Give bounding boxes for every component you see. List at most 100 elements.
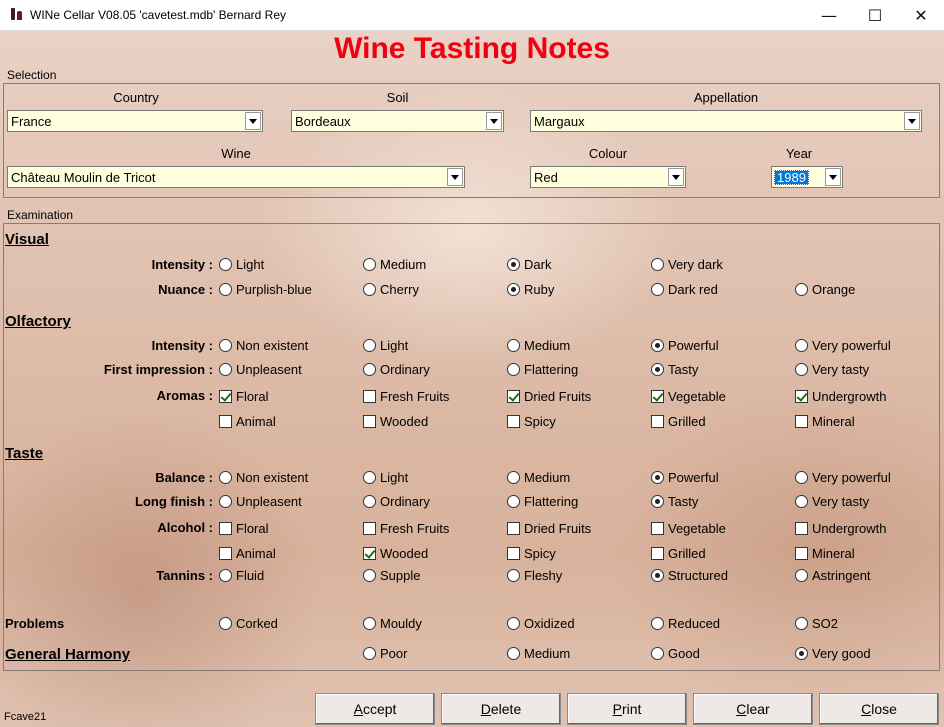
long-finish-option[interactable]: Flattering [507,494,578,509]
first-impression-option[interactable]: Ordinary [363,362,430,377]
harmony-option[interactable]: Very good [795,646,871,661]
alcohol-option[interactable]: Wooded [363,546,428,561]
appellation-select[interactable]: Margaux [530,110,922,132]
country-select[interactable]: France [7,110,263,132]
long-finish-option[interactable]: Ordinary [363,494,430,509]
tannins-radio[interactable] [507,569,520,582]
aroma-checkbox[interactable] [507,415,520,428]
alcohol-checkbox[interactable] [363,522,376,535]
visual-intensity-radio[interactable] [507,258,520,271]
balance-option[interactable]: Non existent [219,470,308,485]
long-finish-radio[interactable] [651,495,664,508]
aroma-option[interactable]: Undergrowth [795,389,886,404]
close-button[interactable]: Close [819,693,939,725]
aroma-checkbox[interactable] [219,415,232,428]
aroma-option[interactable]: Spicy [507,414,556,429]
alcohol-checkbox[interactable] [219,547,232,560]
balance-radio[interactable] [651,471,664,484]
olfactory-intensity-option[interactable]: Light [363,338,408,353]
problem-option[interactable]: Oxidized [507,616,575,631]
balance-radio[interactable] [507,471,520,484]
long-finish-radio[interactable] [795,495,808,508]
alcohol-checkbox[interactable] [651,547,664,560]
tannins-option[interactable]: Fleshy [507,568,562,583]
problem-radio[interactable] [795,617,808,630]
clear-button[interactable]: Clear [693,693,813,725]
first-impression-option[interactable]: Very tasty [795,362,869,377]
chevron-down-icon[interactable] [447,168,463,186]
visual-intensity-option[interactable]: Dark [507,257,551,272]
delete-button[interactable]: Delete [441,693,561,725]
long-finish-radio[interactable] [219,495,232,508]
visual-nuance-option[interactable]: Orange [795,282,855,297]
alcohol-option[interactable]: Undergrowth [795,521,886,536]
olfactory-intensity-option[interactable]: Non existent [219,338,308,353]
alcohol-checkbox[interactable] [507,547,520,560]
aroma-checkbox[interactable] [795,390,808,403]
olfactory-intensity-option[interactable]: Medium [507,338,570,353]
aroma-option[interactable]: Grilled [651,414,706,429]
alcohol-option[interactable]: Grilled [651,546,706,561]
alcohol-option[interactable]: Spicy [507,546,556,561]
visual-intensity-radio[interactable] [219,258,232,271]
alcohol-checkbox[interactable] [651,522,664,535]
visual-intensity-option[interactable]: Very dark [651,257,723,272]
problem-radio[interactable] [219,617,232,630]
olfactory-intensity-radio[interactable] [219,339,232,352]
olfactory-intensity-option[interactable]: Very powerful [795,338,891,353]
year-select[interactable]: 1989 [771,166,843,188]
visual-intensity-radio[interactable] [363,258,376,271]
tannins-option[interactable]: Fluid [219,568,264,583]
alcohol-checkbox[interactable] [219,522,232,535]
aroma-checkbox[interactable] [651,390,664,403]
first-impression-radio[interactable] [507,363,520,376]
harmony-option[interactable]: Medium [507,646,570,661]
problem-option[interactable]: SO2 [795,616,838,631]
visual-intensity-option[interactable]: Light [219,257,264,272]
aroma-checkbox[interactable] [363,390,376,403]
aroma-checkbox[interactable] [363,415,376,428]
soil-select[interactable]: Bordeaux [291,110,504,132]
print-button[interactable]: Print [567,693,687,725]
maximize-button[interactable]: ☐ [852,0,898,31]
long-finish-radio[interactable] [363,495,376,508]
close-window-button[interactable]: ✕ [898,0,944,31]
alcohol-option[interactable]: Dried Fruits [507,521,591,536]
olfactory-intensity-radio[interactable] [507,339,520,352]
aroma-option[interactable]: Dried Fruits [507,389,591,404]
olfactory-intensity-radio[interactable] [795,339,808,352]
visual-nuance-option[interactable]: Dark red [651,282,718,297]
aroma-option[interactable]: Floral [219,389,269,404]
first-impression-option[interactable]: Unpleasent [219,362,302,377]
first-impression-option[interactable]: Tasty [651,362,698,377]
visual-nuance-option[interactable]: Ruby [507,282,554,297]
harmony-radio[interactable] [363,647,376,660]
olfactory-intensity-radio[interactable] [363,339,376,352]
colour-select[interactable]: Red [530,166,686,188]
balance-option[interactable]: Medium [507,470,570,485]
tannins-radio[interactable] [651,569,664,582]
tannins-radio[interactable] [795,569,808,582]
wine-select[interactable]: Château Moulin de Tricot [7,166,465,188]
tannins-radio[interactable] [363,569,376,582]
alcohol-option[interactable]: Floral [219,521,269,536]
problem-radio[interactable] [363,617,376,630]
tannins-option[interactable]: Structured [651,568,728,583]
balance-option[interactable]: Powerful [651,470,719,485]
olfactory-intensity-option[interactable]: Powerful [651,338,719,353]
problem-option[interactable]: Reduced [651,616,720,631]
aroma-option[interactable]: Animal [219,414,276,429]
harmony-radio[interactable] [507,647,520,660]
minimize-button[interactable]: — [806,0,852,31]
aroma-option[interactable]: Wooded [363,414,428,429]
alcohol-option[interactable]: Fresh Fruits [363,521,449,536]
chevron-down-icon[interactable] [668,168,684,186]
first-impression-radio[interactable] [219,363,232,376]
chevron-down-icon[interactable] [486,112,502,130]
tannins-option[interactable]: Astringent [795,568,871,583]
visual-nuance-radio[interactable] [219,283,232,296]
accept-button[interactable]: Accept [315,693,435,725]
alcohol-option[interactable]: Mineral [795,546,855,561]
visual-nuance-option[interactable]: Cherry [363,282,419,297]
tannins-radio[interactable] [219,569,232,582]
